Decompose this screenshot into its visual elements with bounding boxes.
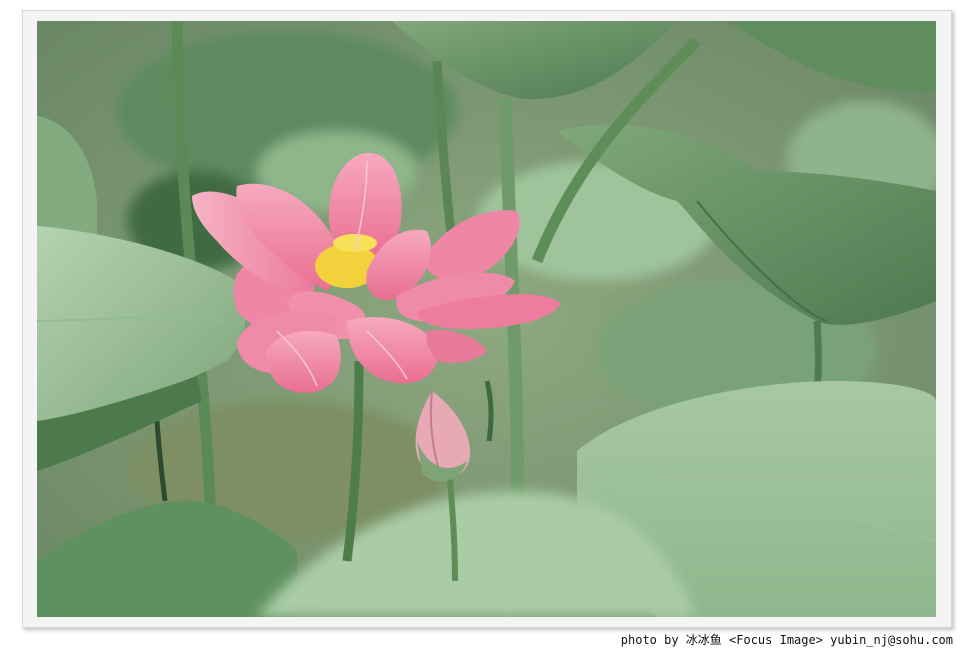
lotus-photo xyxy=(37,21,936,617)
photo-credit: photo by 冰冰鱼 <Focus Image> yubin_nj@sohu… xyxy=(620,633,953,647)
lotus-photo-illustration xyxy=(37,21,936,617)
